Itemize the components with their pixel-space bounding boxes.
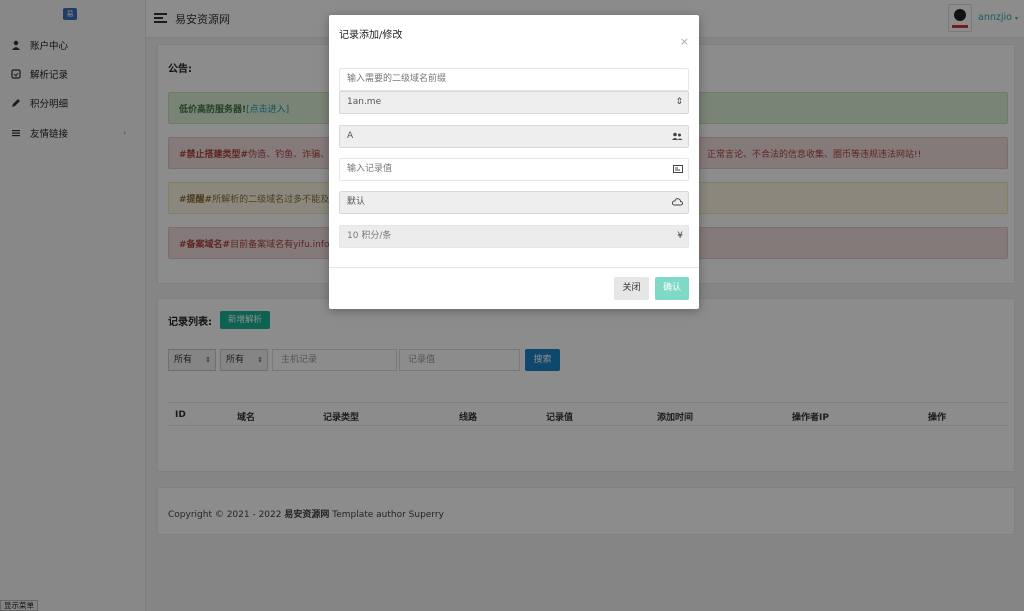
cost-value: 10 积分/条 [347,231,392,241]
updown-icon: ⇕ [675,97,683,107]
modal-divider [329,267,699,268]
record-type-select[interactable]: A [339,125,689,148]
modal-title: 记录添加/修改 [339,30,403,41]
record-value-input[interactable]: 输入记录值 [339,158,689,181]
close-button[interactable]: 关闭 [614,277,649,300]
domain-value: 1an.me [347,97,382,107]
card-icon [673,159,683,182]
record-type-value: A [347,131,354,141]
users-icon [672,126,683,150]
line-select[interactable]: 默认 [339,191,689,214]
yen-icon: ¥ [677,231,683,241]
cost-field: 10 积分/条 ¥ [339,225,689,248]
cloud-icon [671,192,684,215]
prefix-input[interactable]: 输入需要的二级域名前缀 [339,68,689,91]
confirm-button[interactable]: 确认 [655,277,689,300]
record-value-placeholder: 输入记录值 [347,164,393,174]
record-modal: 记录添加/修改 × 输入需要的二级域名前缀 1an.me ⇕ A 输入记录值 默… [329,15,699,309]
domain-select[interactable]: 1an.me ⇕ [339,91,689,114]
close-icon[interactable]: × [680,35,689,48]
line-value: 默认 [347,197,366,207]
